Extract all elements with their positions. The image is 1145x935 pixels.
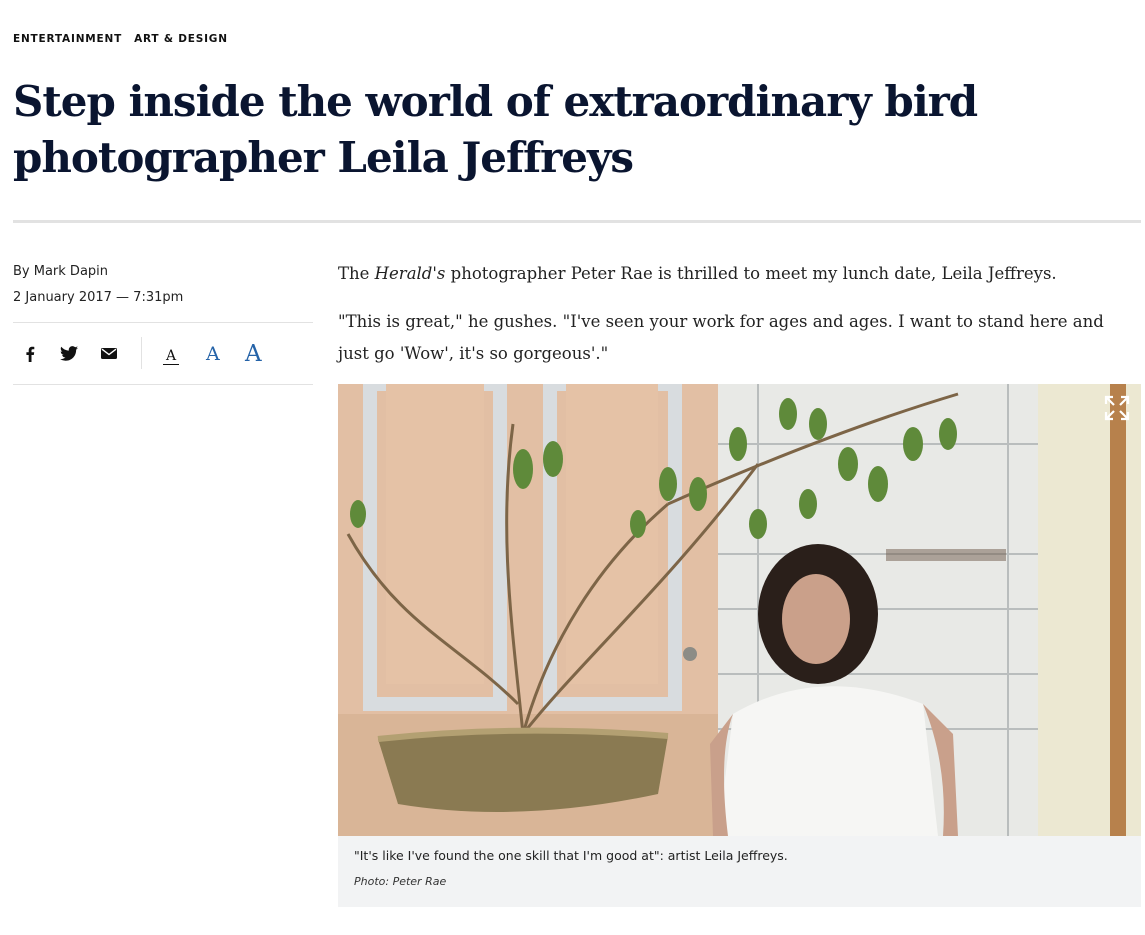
share-email-button[interactable] [96,323,122,384]
article-photo[interactable] [338,384,1141,836]
divider [13,220,1141,223]
tools-divider [141,337,142,369]
author[interactable]: By Mark Dapin [13,259,183,285]
page-title: Step inside the world of extraordinary b… [13,77,978,182]
facebook-icon[interactable] [17,341,43,367]
paragraph: "This is great," he gushes. "I've seen y… [338,312,1104,363]
photo-caption-box: "It's like I've found the one skill that… [338,836,1141,907]
article-tools: A A A [13,322,313,385]
share-facebook-button[interactable] [17,323,43,384]
byline: By Mark Dapin 2 January 2017 — 7:31pm [13,259,183,311]
twitter-icon[interactable] [56,341,82,367]
breadcrumb-entertainment[interactable]: ENTERTAINMENT [13,33,122,45]
publish-date: 2 January 2017 — 7:31pm [13,290,184,305]
article-figure: "It's like I've found the one skill that… [338,384,1141,907]
share-twitter-button[interactable] [56,323,82,384]
breadcrumb: ENTERTAINMENT ART & DESIGN [13,33,228,45]
email-icon[interactable] [96,341,122,367]
font-size-large-button[interactable]: A [245,323,262,384]
font-size-small-button[interactable]: A [163,348,180,365]
article-body: The Herald's photographer Peter Rae is t… [338,258,1128,386]
expand-icon[interactable] [1103,394,1131,422]
photo-caption: "It's like I've found the one skill that… [354,848,788,863]
breadcrumb-art-design[interactable]: ART & DESIGN [134,33,228,45]
font-size-medium-button[interactable]: A [206,323,220,384]
photo-credit: Photo: Peter Rae [354,875,447,888]
paragraph: The Herald's photographer Peter Rae is t… [338,264,1057,283]
